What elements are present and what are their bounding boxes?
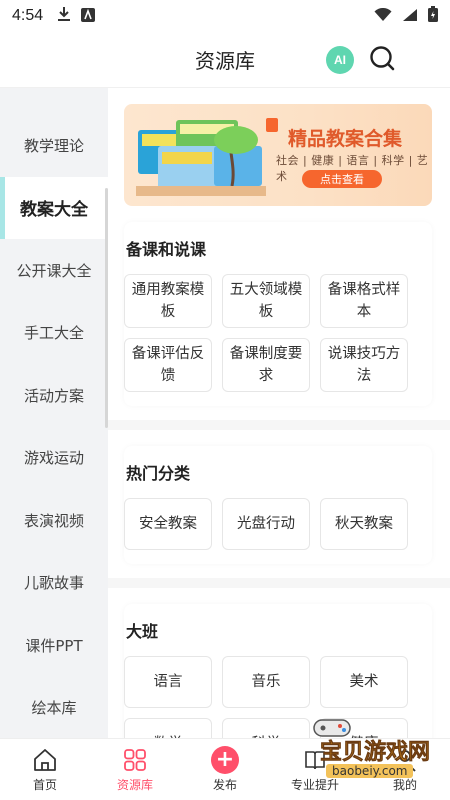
sidebar-item-label: 手工大全 xyxy=(23,324,84,343)
download-icon xyxy=(57,6,71,26)
sidebar-item-songs-stories[interactable]: 儿歌故事 xyxy=(0,552,108,615)
category-button[interactable]: 备课制度要求 xyxy=(222,338,310,392)
nav-label: 发布 xyxy=(212,778,237,792)
badge-icon xyxy=(266,118,278,132)
section-divider xyxy=(108,578,450,588)
page-title: 资源库 xyxy=(195,49,255,73)
sidebar-item-performance-videos[interactable]: 表演视频 xyxy=(0,489,108,552)
banner-title: 精品教案合集 xyxy=(288,128,403,150)
category-button[interactable]: 秋天教案 xyxy=(320,498,408,550)
ai-assistant-button[interactable]: AI xyxy=(326,46,354,74)
sidebar-item-open-classes[interactable]: 公开课大全 xyxy=(0,239,108,302)
status-icons-left xyxy=(57,6,96,26)
header: 资源库 AI xyxy=(0,32,450,88)
watermark-url: baobeiy.com xyxy=(326,764,414,778)
sidebar-item-label: 表演视频 xyxy=(23,511,84,530)
status-icons-right xyxy=(374,6,438,26)
category-grid: 安全教案 光盘行动 秋天教案 xyxy=(124,498,432,550)
main-content: 精品教案合集 社会 | 健康 | 语言 | 科学 | 艺术 点击查看 备课和说课… xyxy=(108,88,450,738)
sidebar-item-teaching-theory[interactable]: 教学理论 xyxy=(0,114,108,177)
nav-label: 首页 xyxy=(32,778,57,792)
section-title: 热门分类 xyxy=(126,464,191,483)
category-button[interactable]: 美术 xyxy=(320,656,408,708)
nav-home[interactable]: 首页 xyxy=(0,739,90,800)
sidebar-item-partial[interactable] xyxy=(0,88,108,114)
sidebar-item-label: 儿歌故事 xyxy=(23,574,84,593)
category-button[interactable]: 备课评估反馈 xyxy=(124,338,212,392)
category-button[interactable]: 备课格式样本 xyxy=(320,274,408,328)
nav-label: 资源库 xyxy=(116,778,153,792)
promo-banner[interactable]: 精品教案合集 社会 | 健康 | 语言 | 科学 | 艺术 点击查看 xyxy=(124,104,432,206)
nav-resources[interactable]: 资源库 xyxy=(90,739,180,800)
grid-icon xyxy=(121,746,149,774)
sidebar[interactable]: 教学理论 教案大全 公开课大全 手工大全 活动方案 游戏运动 表演视频 儿歌故事… xyxy=(0,88,108,738)
category-button[interactable]: 光盘行动 xyxy=(222,498,310,550)
status-time: 4:54 xyxy=(12,7,44,24)
sidebar-item-games-sports[interactable]: 游戏运动 xyxy=(0,427,108,490)
sidebar-item-picture-books[interactable]: 绘本库 xyxy=(0,677,108,739)
category-button[interactable]: 五大领域模板 xyxy=(222,274,310,328)
sidebar-item-label: 公开课大全 xyxy=(16,261,92,280)
sidebar-item-activity-plans[interactable]: 活动方案 xyxy=(0,364,108,427)
category-button[interactable]: 音乐 xyxy=(222,656,310,708)
nav-publish[interactable]: + 发布 xyxy=(180,739,270,800)
sidebar-item-courseware-ppt[interactable]: 课件PPT xyxy=(0,614,108,677)
search-icon xyxy=(369,45,395,75)
section-title: 大班 xyxy=(126,622,159,641)
home-icon xyxy=(31,746,59,774)
battery-icon xyxy=(428,6,438,26)
sidebar-item-lesson-plans[interactable]: 教案大全 xyxy=(0,176,108,239)
category-button[interactable]: 说课技巧方法 xyxy=(320,338,408,392)
search-button[interactable] xyxy=(366,44,398,76)
sidebar-item-label: 教学理论 xyxy=(23,136,84,155)
wifi-icon xyxy=(374,7,392,26)
watermark-text: 宝贝游戏网 xyxy=(320,740,431,766)
banner-view-button[interactable]: 点击查看 xyxy=(302,170,382,188)
plus-icon: + xyxy=(211,746,239,774)
signal-icon xyxy=(402,7,418,26)
section-title: 备课和说课 xyxy=(126,240,207,259)
books-illustration xyxy=(136,120,266,196)
sidebar-item-label: 绘本库 xyxy=(31,699,77,718)
sidebar-item-label: 活动方案 xyxy=(23,386,84,405)
status-bar: 4:54 xyxy=(0,0,450,32)
watermark: 宝贝游戏网 baobeiy.com xyxy=(282,712,442,786)
section-divider xyxy=(108,420,450,430)
category-button[interactable]: 数学 xyxy=(124,718,212,738)
sidebar-item-label: 游戏运动 xyxy=(23,449,84,468)
app-icon xyxy=(81,7,96,26)
ai-label: AI xyxy=(334,53,346,67)
category-grid: 通用教案模板 五大领域模板 备课格式样本 备课评估反馈 备课制度要求 说课技巧方… xyxy=(124,274,432,392)
section-hot-categories: 热门分类 安全教案 光盘行动 秋天教案 xyxy=(124,446,432,564)
section-prep-and-presentation: 备课和说课 通用教案模板 五大领域模板 备课格式样本 备课评估反馈 备课制度要求… xyxy=(124,222,432,406)
sidebar-item-handcraft[interactable]: 手工大全 xyxy=(0,302,108,365)
category-button[interactable]: 语言 xyxy=(124,656,212,708)
category-button[interactable]: 通用教案模板 xyxy=(124,274,212,328)
category-button[interactable]: 安全教案 xyxy=(124,498,212,550)
sidebar-item-label: 教案大全 xyxy=(20,200,88,221)
sidebar-item-label: 课件PPT xyxy=(25,636,83,655)
